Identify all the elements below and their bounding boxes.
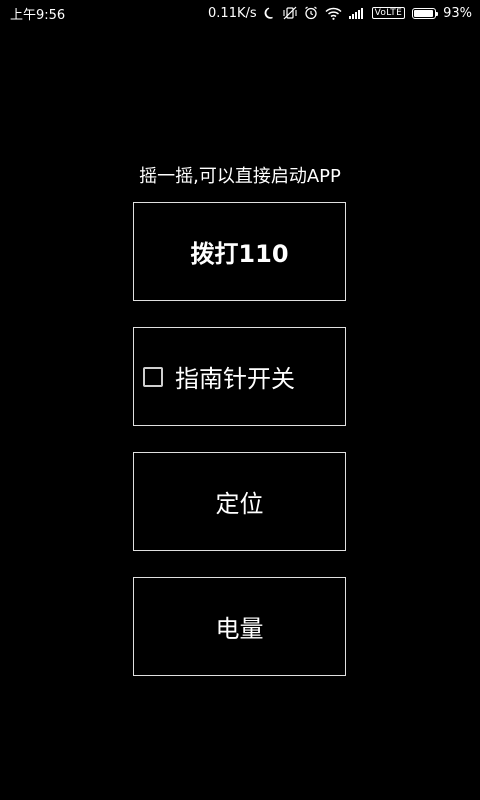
- volte-badge: VoLTE: [371, 7, 406, 19]
- status-right: 0.11K/s VoLTE 93%: [208, 6, 472, 21]
- call-110-label: 拨打110: [190, 240, 289, 268]
- locate-button[interactable]: 定位: [133, 452, 346, 551]
- status-left: 上午9:56: [10, 4, 65, 23]
- vibrate-off-icon: [283, 6, 297, 20]
- battery-icon: [412, 7, 439, 19]
- compass-toggle[interactable]: 指南针开关: [133, 327, 346, 426]
- battery-fill: [414, 9, 433, 17]
- battery-level-button[interactable]: 电量: [133, 577, 346, 676]
- compass-toggle-label: 指南针开关: [175, 365, 295, 393]
- net-speed: 0.11K/s: [208, 5, 257, 21]
- moon-icon: [264, 7, 276, 19]
- status-time: 上午9:56: [10, 7, 66, 23]
- signal-icon: [348, 7, 365, 19]
- wifi-icon: [325, 7, 342, 20]
- compass-checkbox[interactable]: [143, 366, 163, 387]
- alarm-icon: [304, 6, 318, 20]
- call-110-button[interactable]: 拨打110: [133, 202, 346, 301]
- battery-percent: 93%: [443, 5, 472, 21]
- shake-hint: 摇一摇,可以直接启动APP: [139, 166, 341, 187]
- battery-level-label: 电量: [215, 615, 264, 643]
- locate-label: 定位: [215, 490, 264, 518]
- status-bar: 上午9:56 0.11K/s VoLTE 93%: [0, 0, 480, 26]
